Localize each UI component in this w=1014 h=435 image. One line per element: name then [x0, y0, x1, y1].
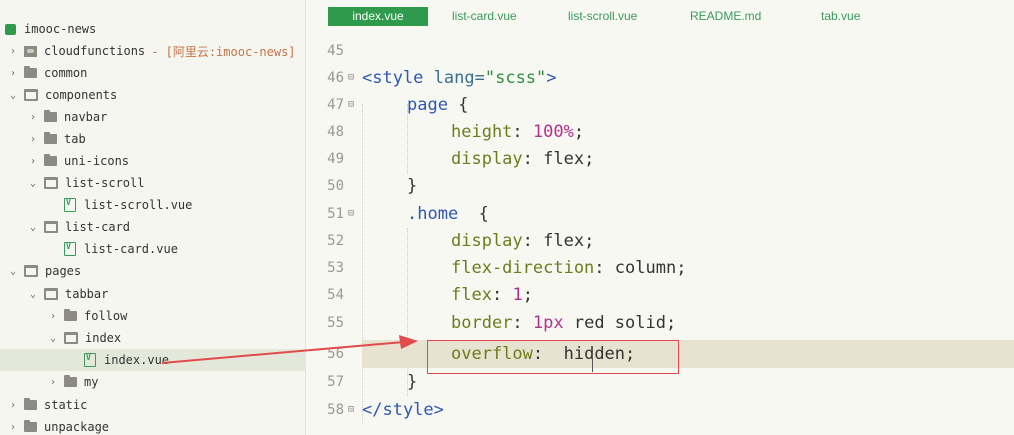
arrow-line	[161, 341, 405, 364]
annotation-arrow	[161, 335, 418, 364]
arrow-head-icon	[399, 335, 418, 349]
